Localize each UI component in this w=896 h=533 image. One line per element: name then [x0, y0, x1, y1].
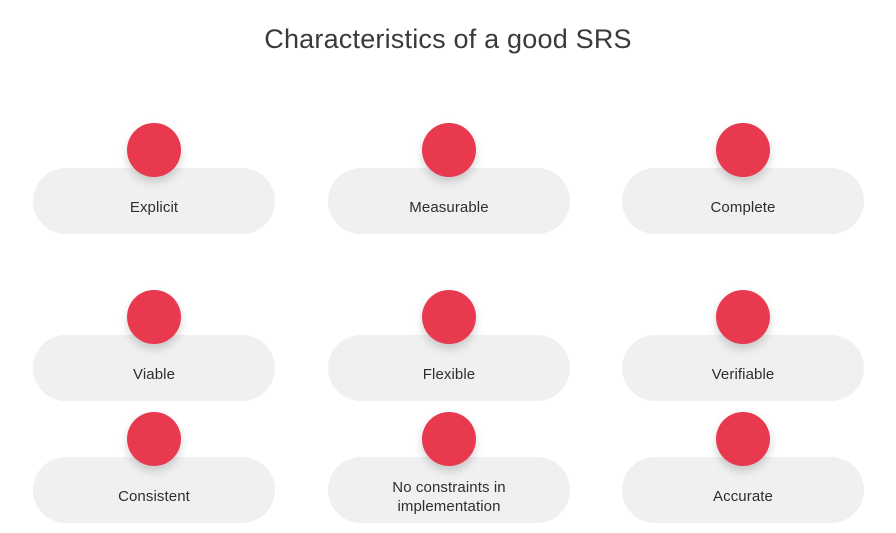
characteristic-label: No constraints in implementation — [392, 479, 506, 515]
circle-icon — [716, 123, 770, 177]
circle-icon — [716, 290, 770, 344]
characteristics-grid: Explicit Measurable Complete Viable Flex… — [33, 123, 864, 523]
characteristic-item[interactable]: Complete — [622, 123, 864, 244]
characteristic-item[interactable]: No constraints in implementation — [328, 412, 570, 533]
slide-canvas: Characteristics of a good SRS Explicit M… — [0, 0, 896, 523]
characteristic-card[interactable]: Explicit — [33, 168, 275, 234]
characteristic-label: Complete — [710, 198, 776, 216]
characteristic-item[interactable]: Flexible — [328, 290, 570, 411]
page-title: Characteristics of a good SRS — [264, 24, 632, 54]
characteristic-item[interactable]: Consistent — [33, 412, 275, 533]
characteristic-card[interactable]: Measurable — [328, 168, 570, 234]
characteristic-item[interactable]: Viable — [33, 290, 275, 411]
characteristic-item[interactable]: Accurate — [622, 412, 864, 533]
characteristic-item[interactable]: Explicit — [33, 123, 275, 244]
characteristic-label: Accurate — [713, 487, 773, 505]
characteristic-card[interactable]: Flexible — [328, 335, 570, 401]
circle-icon — [127, 412, 181, 466]
circle-icon — [127, 123, 181, 177]
circle-icon — [422, 123, 476, 177]
characteristic-item[interactable]: Measurable — [328, 123, 570, 244]
circle-icon — [422, 412, 476, 466]
characteristic-label: Explicit — [129, 198, 179, 216]
characteristic-item[interactable]: Verifiable — [622, 290, 864, 411]
characteristic-label: Flexible — [422, 365, 476, 383]
circle-icon — [716, 412, 770, 466]
circle-icon — [422, 290, 476, 344]
characteristic-label: Viable — [132, 365, 176, 383]
characteristic-label: Consistent — [118, 487, 190, 505]
characteristic-card[interactable]: Verifiable — [622, 335, 864, 401]
characteristic-label: Measurable — [409, 198, 489, 216]
characteristic-card[interactable]: No constraints in implementation — [328, 457, 570, 523]
characteristic-label: Verifiable — [711, 365, 775, 383]
characteristic-card[interactable]: Consistent — [33, 457, 275, 523]
characteristic-card[interactable]: Complete — [622, 168, 864, 234]
characteristic-card[interactable]: Viable — [33, 335, 275, 401]
characteristic-card[interactable]: Accurate — [622, 457, 864, 523]
circle-icon — [127, 290, 181, 344]
